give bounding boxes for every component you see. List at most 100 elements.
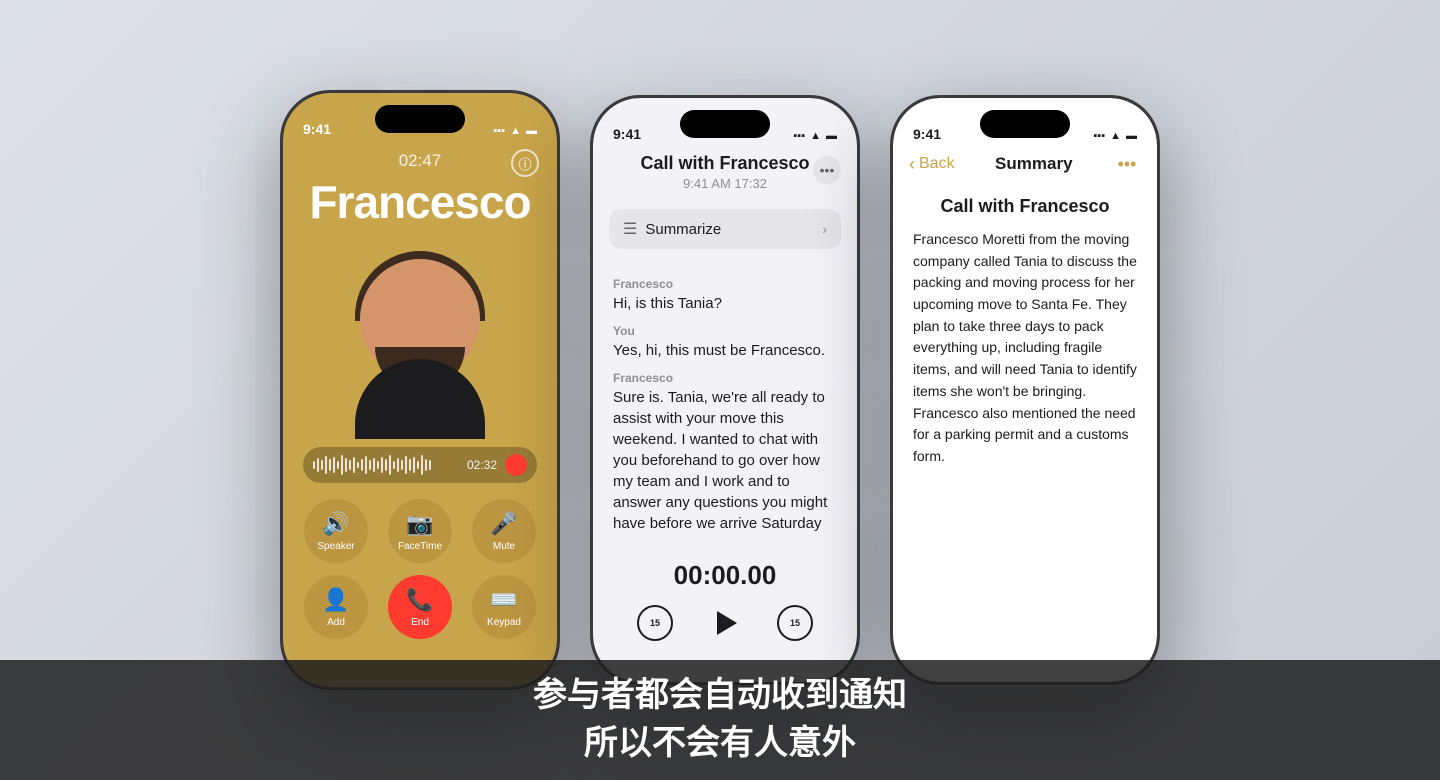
wave-bar bbox=[325, 456, 327, 474]
phone-transcription: 9:41 ▪▪▪ ▲ ▬ Call with Francesco 9:41 AM… bbox=[590, 95, 860, 685]
back-label: Back bbox=[919, 155, 955, 173]
transcript-area: Francesco Hi, is this Tania? You Yes, hi… bbox=[593, 257, 857, 544]
wave-bar bbox=[329, 459, 331, 471]
status-time-2: 9:41 bbox=[613, 126, 641, 142]
info-button[interactable]: ⓘ bbox=[511, 149, 539, 177]
playback-time: 00:00.00 bbox=[593, 560, 857, 591]
speaker-label: Speaker bbox=[317, 541, 354, 552]
summarize-left: ☰ Summarize bbox=[623, 219, 721, 239]
wave-bar bbox=[421, 455, 423, 475]
memoji-avatar bbox=[330, 239, 510, 439]
subtitle-line-1: 参与者都会自动收到通知 bbox=[533, 672, 907, 720]
wave-bar bbox=[321, 460, 323, 470]
record-dot bbox=[505, 454, 527, 476]
wave-bar bbox=[393, 461, 395, 469]
keypad-icon: ⌨️ bbox=[490, 587, 517, 613]
signal-icon: ▪▪▪ bbox=[493, 125, 505, 137]
play-button[interactable] bbox=[703, 601, 747, 645]
battery-icon: ▬ bbox=[526, 125, 537, 137]
summarize-button[interactable]: ☰ Summarize › bbox=[609, 209, 841, 249]
wave-bar bbox=[417, 461, 419, 469]
wave-bar bbox=[353, 457, 355, 473]
wave-bar bbox=[337, 461, 339, 469]
wave-bar bbox=[401, 460, 403, 470]
skip-back-label: 15 bbox=[650, 618, 660, 628]
play-icon bbox=[717, 611, 737, 635]
caller-name: Francesco bbox=[283, 175, 557, 229]
wave-bar bbox=[313, 461, 315, 469]
subtitle-overlay: 参与者都会自动收到通知 所以不会有人意外 bbox=[0, 660, 1440, 780]
wave-bar bbox=[317, 458, 319, 472]
wifi-icon: ▲ bbox=[510, 125, 521, 137]
wave-bar bbox=[361, 459, 363, 471]
transcript-text-1: Hi, is this Tania? bbox=[613, 293, 837, 314]
summarize-icon: ☰ bbox=[623, 219, 637, 239]
transcript-text-3: Sure is. Tania, we're all ready to assis… bbox=[613, 387, 837, 534]
transcript-text-2: Yes, hi, this must be Francesco. bbox=[613, 340, 837, 361]
wave-bar bbox=[385, 459, 387, 471]
add-icon: 👤 bbox=[322, 587, 349, 613]
wave-bar bbox=[429, 460, 431, 470]
skip-forward-button[interactable]: 15 bbox=[777, 605, 813, 641]
facetime-label: FaceTime bbox=[398, 541, 442, 552]
call-action-buttons: 🔊 Speaker 📷 FaceTime 🎤 Mute bbox=[283, 499, 557, 563]
wave-bar bbox=[405, 456, 407, 474]
signal-icon-3: ▪▪▪ bbox=[1093, 130, 1105, 142]
wave-bar bbox=[397, 458, 399, 472]
wave-visual bbox=[313, 455, 459, 475]
transcript-speaker-3: Francesco bbox=[613, 371, 837, 385]
add-call-button[interactable]: 👤 Add bbox=[304, 575, 368, 639]
summary-body-text: Francesco Moretti from the moving compan… bbox=[893, 229, 1157, 468]
wave-bar bbox=[369, 460, 371, 470]
transcript-speaker-2: You bbox=[613, 324, 837, 338]
more-options-button[interactable]: ••• bbox=[813, 156, 841, 184]
dynamic-island-2 bbox=[680, 110, 770, 138]
summary-screen: 9:41 ▪▪▪ ▲ ▬ ‹ Back Summary ••• Call wit… bbox=[893, 98, 1157, 682]
battery-icon-3: ▬ bbox=[1126, 130, 1137, 142]
dynamic-island-3 bbox=[980, 110, 1070, 138]
wave-bar bbox=[409, 459, 411, 471]
waveform-bar: 02:32 bbox=[303, 447, 537, 483]
add-label: Add bbox=[327, 617, 345, 628]
wifi-icon-3: ▲ bbox=[1110, 130, 1121, 142]
wave-bar bbox=[413, 457, 415, 473]
wave-bar bbox=[373, 458, 375, 472]
wave-bar bbox=[345, 458, 347, 472]
phone-active-call: 9:41 ▪▪▪ ▲ ▬ ⓘ 02:47 Francesco bbox=[280, 90, 560, 690]
status-icons-1: ▪▪▪ ▲ ▬ bbox=[493, 125, 537, 137]
playback-controls: 15 15 bbox=[593, 601, 857, 645]
facetime-button[interactable]: 📷 FaceTime bbox=[388, 499, 452, 563]
status-icons-2: ▪▪▪ ▲ ▬ bbox=[793, 130, 837, 142]
keypad-button[interactable]: ⌨️ Keypad bbox=[472, 575, 536, 639]
phones-container: 9:41 ▪▪▪ ▲ ▬ ⓘ 02:47 Francesco bbox=[280, 90, 1160, 690]
more-options-button-3[interactable]: ••• bbox=[1113, 150, 1141, 178]
call-screen: 9:41 ▪▪▪ ▲ ▬ ⓘ 02:47 Francesco bbox=[283, 93, 557, 687]
memoji-body bbox=[355, 359, 485, 439]
skip-forward-label: 15 bbox=[790, 618, 800, 628]
call-title: Call with Francesco bbox=[613, 153, 837, 174]
speaker-button[interactable]: 🔊 Speaker bbox=[304, 499, 368, 563]
wave-bar bbox=[365, 456, 367, 474]
summary-content-title: Call with Francesco bbox=[913, 196, 1137, 217]
wave-bar bbox=[377, 461, 379, 469]
mute-button[interactable]: 🎤 Mute bbox=[472, 499, 536, 563]
call-action-buttons-2: 👤 Add 📞 End ⌨️ Keypad bbox=[283, 575, 557, 639]
skip-back-button[interactable]: 15 bbox=[637, 605, 673, 641]
keypad-label: Keypad bbox=[487, 617, 521, 628]
chevron-right-icon: › bbox=[822, 221, 827, 237]
end-call-icon: 📞 bbox=[406, 587, 433, 613]
speaker-icon: 🔊 bbox=[322, 511, 349, 537]
wave-time: 02:32 bbox=[467, 458, 497, 472]
wifi-icon-2: ▲ bbox=[810, 130, 821, 142]
wave-bar bbox=[381, 457, 383, 473]
signal-icon-2: ▪▪▪ bbox=[793, 130, 805, 142]
status-time-3: 9:41 bbox=[913, 126, 941, 142]
back-button[interactable]: ‹ Back bbox=[909, 154, 955, 175]
transcript-speaker-1: Francesco bbox=[613, 277, 837, 291]
wave-bar bbox=[349, 460, 351, 470]
wave-bar bbox=[341, 455, 343, 475]
status-time-1: 9:41 bbox=[303, 121, 331, 137]
phone-summary: 9:41 ▪▪▪ ▲ ▬ ‹ Back Summary ••• Call wit… bbox=[890, 95, 1160, 685]
battery-icon-2: ▬ bbox=[826, 130, 837, 142]
end-call-button[interactable]: 📞 End bbox=[388, 575, 452, 639]
